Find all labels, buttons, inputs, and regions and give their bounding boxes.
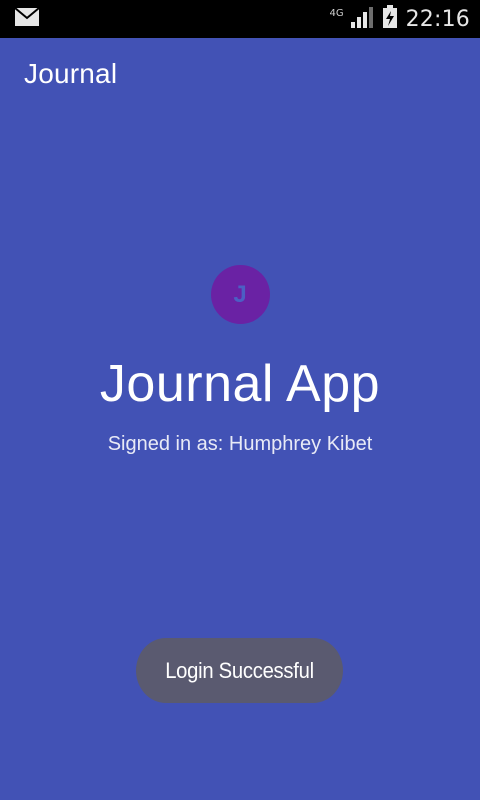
main-content: J Journal App Signed in as: Humphrey Kib… [0, 265, 480, 456]
signal-icon [350, 6, 374, 33]
mail-icon [14, 6, 40, 32]
signed-in-label: Signed in as: Humphrey Kibet [107, 433, 373, 456]
toast-message: Login Successful [136, 638, 343, 703]
app-bar-title: Journal [24, 58, 118, 89]
app-screen: 4G 22:16 Journal J Journal App Signed in… [0, 0, 480, 800]
page-title: Journal App [99, 355, 381, 413]
app-bar: Journal [0, 38, 480, 110]
battery-charging-icon [382, 4, 398, 34]
avatar-letter: J [233, 280, 247, 308]
network-type-label: 4G [329, 7, 344, 19]
clock: 22:16 [405, 6, 470, 32]
avatar: J [210, 265, 270, 324]
status-bar: 4G 22:16 [0, 0, 480, 38]
